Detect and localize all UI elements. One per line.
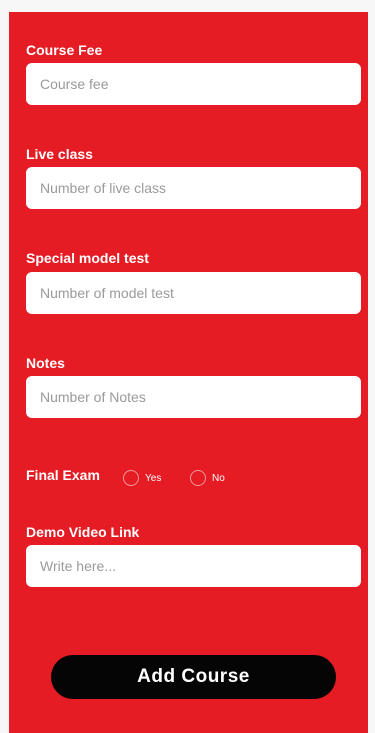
final-exam-no-label: No	[212, 472, 225, 484]
live-class-input[interactable]	[26, 167, 361, 209]
final-exam-yes-label: Yes	[145, 472, 162, 484]
demo-video-label: Demo Video Link	[26, 524, 140, 540]
model-test-field-container	[26, 272, 361, 314]
demo-video-input[interactable]	[26, 545, 361, 587]
course-form-panel: Course Fee Live class Special model test…	[9, 12, 368, 733]
live-class-field-container	[26, 167, 361, 209]
demo-video-field-container	[26, 545, 361, 587]
course-fee-label: Course Fee	[26, 42, 103, 58]
final-exam-no-option[interactable]: No	[190, 470, 225, 486]
radio-no-icon[interactable]	[190, 470, 206, 486]
notes-field-container	[26, 376, 361, 418]
notes-label: Notes	[26, 355, 65, 371]
course-fee-input[interactable]	[26, 63, 361, 105]
model-test-input[interactable]	[26, 272, 361, 314]
model-test-label: Special model test	[26, 250, 149, 266]
final-exam-yes-option[interactable]: Yes	[123, 470, 161, 486]
notes-input[interactable]	[26, 376, 361, 418]
final-exam-label: Final Exam	[26, 467, 100, 483]
add-course-button[interactable]: Add Course	[51, 655, 336, 699]
course-fee-field-container	[26, 63, 361, 105]
live-class-label: Live class	[26, 146, 93, 162]
radio-yes-icon[interactable]	[123, 470, 139, 486]
